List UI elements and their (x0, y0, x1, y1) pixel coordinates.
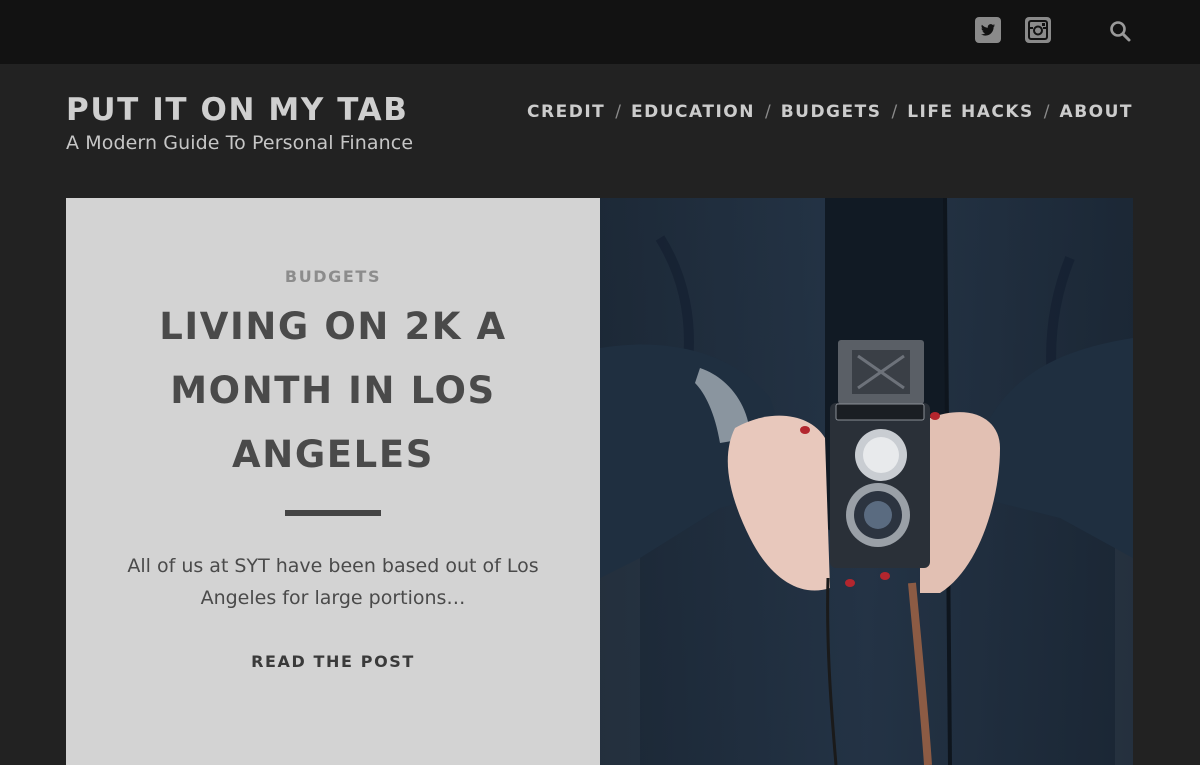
site-tagline: A Modern Guide To Personal Finance (66, 132, 414, 154)
nav-separator: / (1043, 102, 1050, 122)
nav-item-education[interactable]: EDUCATION (631, 102, 755, 122)
post-category[interactable]: BUDGETS (66, 267, 600, 286)
nav-separator: / (764, 102, 771, 122)
nav-item-about[interactable]: ABOUT (1060, 102, 1133, 122)
featured-post-image[interactable] (600, 198, 1133, 765)
post-excerpt: All of us at SYT have been based out of … (127, 555, 539, 609)
nav-separator: / (891, 102, 898, 122)
nav-item-credit[interactable]: CREDIT (527, 102, 605, 122)
featured-post: BUDGETS LIVING ON 2K A MONTH IN LOS ANGE… (66, 198, 1133, 765)
nav-separator: / (615, 102, 621, 122)
title-divider (285, 510, 381, 516)
search-icon[interactable] (1108, 19, 1132, 43)
read-post-link[interactable]: READ THE POST (66, 652, 600, 671)
site-header: PUT IT ON MY TAB A Modern Guide To Perso… (0, 64, 1200, 198)
post-title[interactable]: LIVING ON 2K A MONTH IN LOS ANGELES (136, 295, 530, 487)
nav-item-budgets[interactable]: BUDGETS (781, 102, 882, 122)
instagram-icon[interactable] (1025, 17, 1051, 43)
nav-item-life-hacks[interactable]: LIFE HACKS (907, 102, 1034, 122)
featured-post-card: BUDGETS LIVING ON 2K A MONTH IN LOS ANGE… (66, 198, 600, 765)
top-bar (0, 0, 1200, 64)
main-nav: CREDIT / EDUCATION / BUDGETS / LIFE HACK… (527, 102, 1133, 122)
site-title[interactable]: PUT IT ON MY TAB (66, 92, 408, 128)
twitter-icon[interactable] (975, 17, 1001, 43)
